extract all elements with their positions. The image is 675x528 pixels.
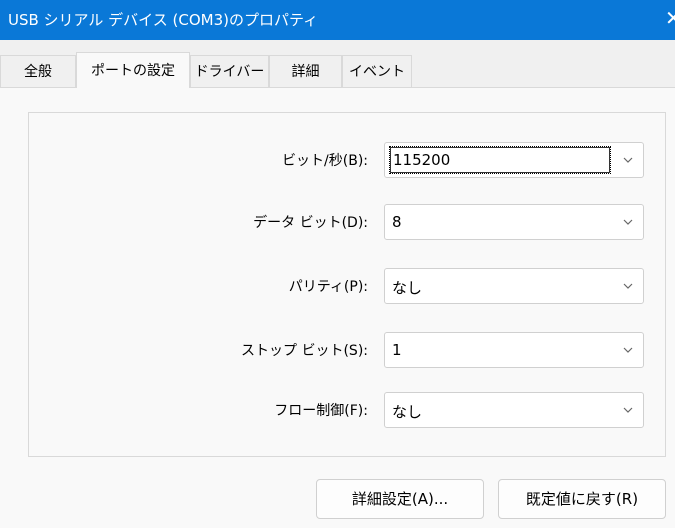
- stop-bits-select[interactable]: 1: [384, 332, 644, 368]
- tab-details[interactable]: 詳細: [269, 55, 342, 87]
- chevron-down-icon: [623, 283, 633, 289]
- chevron-down-icon: [623, 407, 633, 413]
- tab-port-settings[interactable]: ポートの設定: [76, 52, 190, 88]
- flow-control-select[interactable]: なし: [384, 392, 644, 428]
- tab-driver[interactable]: ドライバー: [190, 55, 269, 87]
- title-bar: USB シリアル デバイス (COM3)のプロパティ ✕: [0, 0, 675, 40]
- stop-bits-label: ストップ ビット(S):: [241, 343, 368, 359]
- parity-label: パリティ(P):: [288, 279, 368, 295]
- flow-control-label: フロー制御(F):: [274, 403, 368, 419]
- port-settings-group: ビット/秒(B): 115200 データ ビット(D): 8 パリティ(P): …: [28, 112, 666, 457]
- bits-per-second-label: ビット/秒(B):: [282, 153, 368, 169]
- parity-value: なし: [392, 279, 423, 297]
- chevron-down-icon: [623, 157, 633, 163]
- data-bits-select[interactable]: 8: [384, 204, 644, 240]
- chevron-down-icon: [623, 219, 633, 225]
- chevron-down-icon: [623, 347, 633, 353]
- parity-select[interactable]: なし: [384, 268, 644, 304]
- tab-events[interactable]: イベント: [342, 55, 412, 87]
- data-bits-value: 8: [392, 213, 402, 231]
- stop-bits-value: 1: [392, 341, 402, 359]
- restore-defaults-button[interactable]: 既定値に戻す(R): [498, 479, 666, 519]
- data-bits-label: データ ビット(D):: [253, 215, 368, 231]
- flow-control-value: なし: [392, 403, 423, 421]
- window-title: USB シリアル デバイス (COM3)のプロパティ: [8, 11, 319, 29]
- tab-panel: ビット/秒(B): 115200 データ ビット(D): 8 パリティ(P): …: [0, 87, 675, 528]
- close-icon[interactable]: ✕: [665, 6, 675, 30]
- advanced-settings-button[interactable]: 詳細設定(A)...: [316, 479, 484, 519]
- bits-per-second-value: 115200: [389, 146, 611, 174]
- tab-general[interactable]: 全般: [0, 55, 76, 87]
- bits-per-second-select[interactable]: 115200: [384, 142, 644, 178]
